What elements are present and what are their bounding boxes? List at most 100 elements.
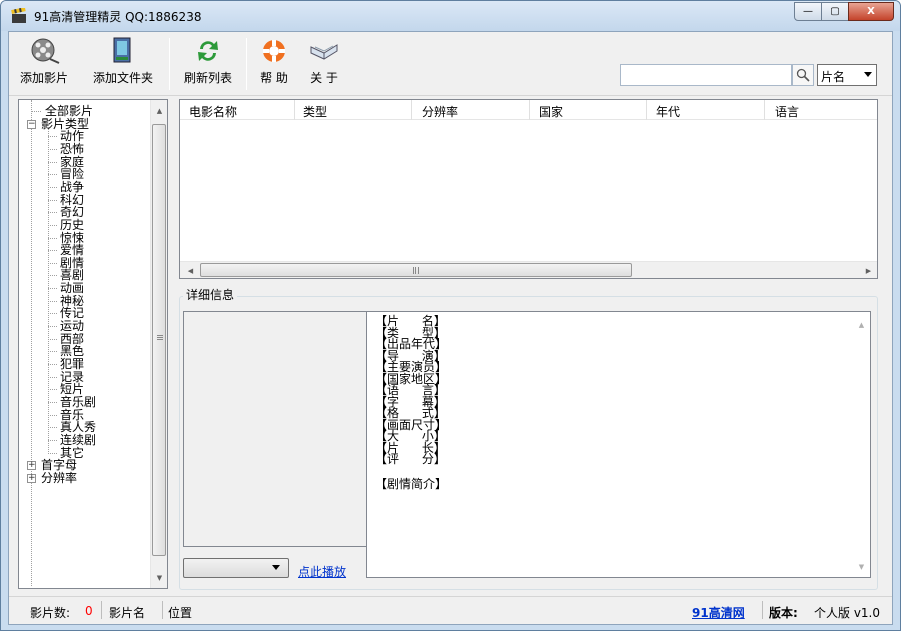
maximize-button[interactable]: ▢ bbox=[821, 2, 849, 21]
status-bar: 影片数: 0 影片名 位置 91高清网 版本: 个人版 v1.0 bbox=[9, 596, 892, 624]
version-value: 个人版 v1.0 bbox=[814, 606, 881, 620]
lifebuoy-icon bbox=[263, 40, 285, 62]
search-input[interactable] bbox=[620, 64, 792, 86]
tree-guide-line bbox=[48, 427, 57, 429]
movie-name-label: 影片名 bbox=[109, 606, 146, 620]
play-source-select[interactable] bbox=[183, 558, 289, 578]
maximize-icon: ▢ bbox=[830, 6, 840, 17]
scroll-down-icon[interactable]: ▼ bbox=[151, 569, 167, 586]
column-header-year[interactable]: 年代 bbox=[656, 103, 680, 120]
tree-scroll-thumb[interactable] bbox=[152, 124, 166, 556]
tree-guide-line bbox=[31, 100, 32, 586]
tree-guide-line bbox=[48, 452, 57, 454]
list-scroll-thumb[interactable] bbox=[200, 263, 632, 277]
site-link[interactable]: 91高清网 bbox=[692, 604, 745, 621]
info-synopsis-label: 【剧情简介】 bbox=[375, 476, 448, 491]
title-bar[interactable]: 91高清管理精灵 QQ:1886238 — ▢ X bbox=[1, 1, 900, 31]
tree-guide-line bbox=[48, 199, 57, 201]
info-scrollbar[interactable]: ▲ ▼ bbox=[853, 312, 870, 577]
minimize-icon: — bbox=[803, 6, 813, 17]
tree-guide-line bbox=[48, 161, 57, 163]
close-button[interactable]: X bbox=[848, 2, 894, 21]
tree-guide-line bbox=[48, 414, 57, 416]
tree-guide-line bbox=[48, 148, 57, 150]
search-field-value: 片名 bbox=[821, 70, 846, 84]
minimize-button[interactable]: — bbox=[794, 2, 822, 21]
tree-guide-line bbox=[48, 439, 57, 441]
tree-guide-line bbox=[48, 250, 57, 252]
movie-info-box[interactable]: 【片 名】 【类 型】 【出品年代】 【导 演】 【主要演员】 【国家地区】 【语 言】 【字… bbox=[366, 311, 871, 578]
refresh-list-button[interactable]: 刷新列表 bbox=[173, 37, 243, 86]
tree-guide-line bbox=[48, 288, 57, 290]
tree-guide-line bbox=[48, 262, 57, 264]
about-button[interactable]: 关 于 bbox=[302, 37, 346, 86]
search-icon bbox=[796, 68, 810, 82]
scroll-up-icon[interactable]: ▲ bbox=[853, 316, 870, 333]
tree-guide-line bbox=[48, 376, 57, 378]
movie-info-text: 【片 名】 【类 型】 【出品年代】 【导 演】 【主要演员】 【国家地区】 【语 言】 【字… bbox=[375, 315, 448, 491]
column-divider[interactable] bbox=[764, 100, 765, 120]
tree-guide-line bbox=[48, 174, 57, 176]
list-horizontal-scrollbar[interactable]: ◀ ▶ bbox=[180, 261, 877, 278]
window-title: 91高清管理精灵 QQ:1886238 bbox=[34, 10, 202, 24]
column-divider[interactable] bbox=[411, 100, 412, 120]
search-field-select[interactable]: 片名 bbox=[817, 64, 877, 86]
scroll-up-icon[interactable]: ▲ bbox=[151, 102, 167, 119]
column-header-name[interactable]: 电影名称 bbox=[189, 103, 237, 120]
tree-guide-line bbox=[48, 313, 57, 315]
column-divider[interactable] bbox=[529, 100, 530, 120]
tree-guide-line bbox=[48, 300, 57, 302]
help-button[interactable]: 帮 助 bbox=[252, 37, 296, 86]
movie-count-value: 0 bbox=[85, 604, 93, 618]
status-separator bbox=[162, 601, 163, 619]
tree-guide-line bbox=[31, 111, 41, 112]
play-link[interactable]: 点此播放 bbox=[298, 563, 346, 580]
column-divider[interactable] bbox=[294, 100, 295, 120]
toolbar-separator bbox=[169, 38, 170, 90]
app-window: 91高清管理精灵 QQ:1886238 — ▢ X 添加影片 添加文件夹 刷新列… bbox=[0, 0, 901, 631]
refresh-list-label: 刷新列表 bbox=[183, 71, 232, 85]
tree-node-resolution[interactable]: 分辨率 bbox=[41, 471, 77, 485]
tree-guide-line bbox=[48, 401, 57, 403]
tree-guide-line bbox=[48, 136, 57, 138]
collapse-icon[interactable]: − bbox=[27, 119, 36, 129]
tree-guide-line bbox=[48, 326, 57, 328]
tree-guide-line bbox=[48, 275, 57, 277]
movie-count-label: 影片数: bbox=[30, 606, 71, 620]
poster-image-area bbox=[183, 311, 385, 547]
expand-icon[interactable]: + bbox=[27, 473, 36, 483]
scroll-down-icon[interactable]: ▼ bbox=[853, 558, 870, 575]
search-button[interactable] bbox=[792, 64, 814, 86]
add-movie-button[interactable]: 添加影片 bbox=[11, 37, 77, 86]
close-icon: X bbox=[867, 6, 875, 17]
category-tree[interactable]: 全部影片 − 影片类型 动作 恐怖 家庭 冒险 战争 科幻 奇幻 历史 惊悚 爱情 剧情 喜剧 动画 神秘 传记运… bbox=[18, 99, 168, 589]
client-area: 添加影片 添加文件夹 刷新列表 帮 助 关 于 片名 全部影片 − 影片类型 动… bbox=[8, 31, 893, 625]
position-label: 位置 bbox=[168, 606, 193, 620]
scroll-right-icon[interactable]: ▶ bbox=[860, 262, 877, 279]
about-label: 关 于 bbox=[310, 71, 338, 85]
add-movie-label: 添加影片 bbox=[19, 71, 68, 85]
tree-guide-line bbox=[48, 389, 57, 391]
column-divider[interactable] bbox=[646, 100, 647, 120]
tree-guide-line bbox=[48, 237, 57, 239]
tree-guide-line bbox=[48, 186, 57, 188]
chevron-down-icon bbox=[864, 72, 872, 77]
tree-guide-line bbox=[48, 224, 57, 226]
info-field-label: 【评 分】 bbox=[375, 452, 446, 466]
column-header-resolution[interactable]: 分辨率 bbox=[422, 103, 458, 120]
column-header-language[interactable]: 语言 bbox=[775, 103, 799, 120]
tree-scrollbar[interactable]: ▲ ▼ bbox=[150, 100, 167, 588]
add-folder-button[interactable]: 添加文件夹 bbox=[81, 37, 165, 86]
toolbar-separator bbox=[246, 38, 247, 90]
version-label: 版本: bbox=[769, 606, 798, 620]
movie-list[interactable]: 电影名称 类型 分辨率 国家 年代 语言 ◀ ▶ bbox=[179, 99, 878, 279]
scroll-left-icon[interactable]: ◀ bbox=[182, 262, 199, 279]
film-reel-icon bbox=[31, 38, 60, 64]
column-header-country[interactable]: 国家 bbox=[539, 103, 563, 120]
column-header-type[interactable]: 类型 bbox=[303, 103, 327, 120]
film-folder-icon bbox=[113, 37, 131, 63]
list-header: 电影名称 类型 分辨率 国家 年代 语言 bbox=[180, 100, 877, 120]
expand-icon[interactable]: + bbox=[27, 461, 36, 471]
add-folder-label: 添加文件夹 bbox=[92, 71, 153, 85]
scroll-grip-icon bbox=[413, 267, 419, 274]
